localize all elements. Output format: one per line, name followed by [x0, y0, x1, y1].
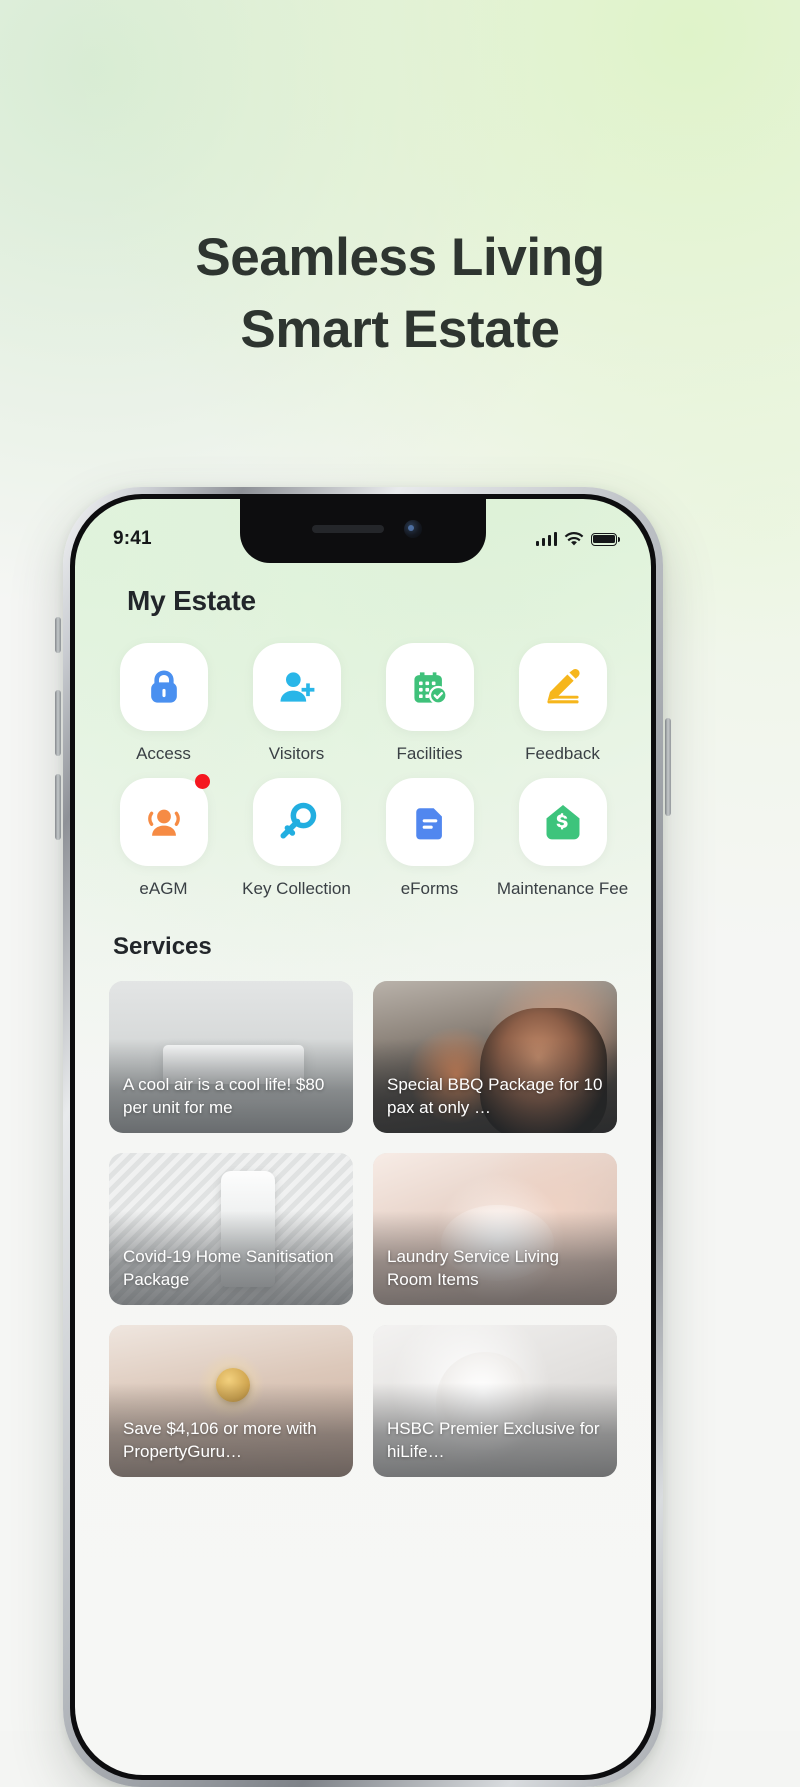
person-add-icon	[252, 643, 341, 731]
service-card-caption: Covid-19 Home Sanitisation Package	[123, 1247, 334, 1289]
quick-action-label: Access	[136, 744, 191, 763]
front-camera-icon	[404, 520, 422, 538]
service-card-caption: Save $4,106 or more with PropertyGuru…	[123, 1419, 317, 1461]
battery-icon	[591, 532, 620, 546]
phone-silent-switch[interactable]	[55, 617, 61, 653]
quick-action-eagm[interactable]: eAGM	[97, 774, 230, 899]
status-clock: 9:41	[113, 528, 152, 549]
quick-actions-grid: Access Visitors Facilities Feedback eAGM…	[75, 617, 651, 899]
service-card[interactable]: Covid-19 Home Sanitisation Package	[109, 1153, 353, 1305]
service-card-caption: Special BBQ Package for 10 pax at only …	[387, 1075, 603, 1117]
quick-action-label: Feedback	[525, 744, 600, 763]
page-title: My Estate	[127, 585, 256, 616]
calendar-check-icon	[385, 643, 474, 731]
service-card[interactable]: Save $4,106 or more with PropertyGuru…	[109, 1325, 353, 1477]
phone-bezel: 9:41 My Estate Access Visitors Facilitie…	[70, 494, 656, 1780]
earpiece-speaker-icon	[312, 525, 384, 533]
quick-action-key-collection[interactable]: Key Collection	[230, 778, 363, 899]
phone-volume-up-button[interactable]	[55, 690, 61, 756]
phone-volume-down-button[interactable]	[55, 774, 61, 840]
document-icon	[385, 778, 474, 866]
quick-action-label: Maintenance Fee	[496, 879, 629, 898]
quick-action-facilities[interactable]: Facilities	[363, 643, 496, 764]
quick-action-access[interactable]: Access	[97, 643, 230, 764]
service-card[interactable]: A cool air is a cool life! $80 per unit …	[109, 981, 353, 1133]
quick-action-maintenance-fee[interactable]: Maintenance Fee	[496, 778, 629, 899]
service-card[interactable]: HSBC Premier Exclusive for hiLife…	[373, 1325, 617, 1477]
status-icon-group	[535, 531, 620, 547]
lock-icon	[119, 643, 208, 731]
service-card-caption: Laundry Service Living Room Items	[387, 1247, 559, 1289]
service-card[interactable]: Special BBQ Package for 10 pax at only …	[373, 981, 617, 1133]
people-group-icon	[119, 774, 210, 866]
service-card[interactable]: Laundry Service Living Room Items	[373, 1153, 617, 1305]
service-card-caption: HSBC Premier Exclusive for hiLife…	[387, 1419, 600, 1461]
house-dollar-icon	[518, 778, 607, 866]
phone-mockup: 9:41 My Estate Access Visitors Facilitie…	[63, 487, 663, 1787]
quick-action-feedback[interactable]: Feedback	[496, 643, 629, 764]
headline-line-2: Smart Estate	[240, 300, 560, 359]
quick-action-label: eAGM	[139, 879, 188, 898]
headline-line-1: Seamless Living	[195, 228, 605, 287]
cellular-bars-icon	[535, 532, 557, 546]
services-card-grid: A cool air is a cool life! $80 per unit …	[75, 961, 651, 1477]
phone-power-button[interactable]	[665, 718, 671, 816]
phone-screen: 9:41 My Estate Access Visitors Facilitie…	[75, 499, 651, 1775]
quick-action-visitors[interactable]: Visitors	[230, 643, 363, 764]
wifi-icon	[564, 531, 584, 545]
quick-action-eforms[interactable]: eForms	[363, 778, 496, 899]
app-content: My Estate Access Visitors Facilities Fee…	[75, 563, 651, 1775]
pencil-edit-icon	[518, 643, 607, 731]
quick-action-label: eForms	[400, 879, 459, 898]
quick-action-label: Key Collection	[242, 879, 351, 898]
services-section-title: Services	[113, 933, 212, 960]
key-icon	[252, 778, 341, 866]
service-card-caption: A cool air is a cool life! $80 per unit …	[123, 1075, 325, 1117]
phone-notch	[240, 499, 486, 563]
marketing-headline: Seamless Living Smart Estate	[0, 222, 800, 366]
quick-action-label: Facilities	[396, 744, 463, 763]
status-badge	[194, 774, 210, 789]
quick-action-label: Visitors	[268, 744, 325, 763]
